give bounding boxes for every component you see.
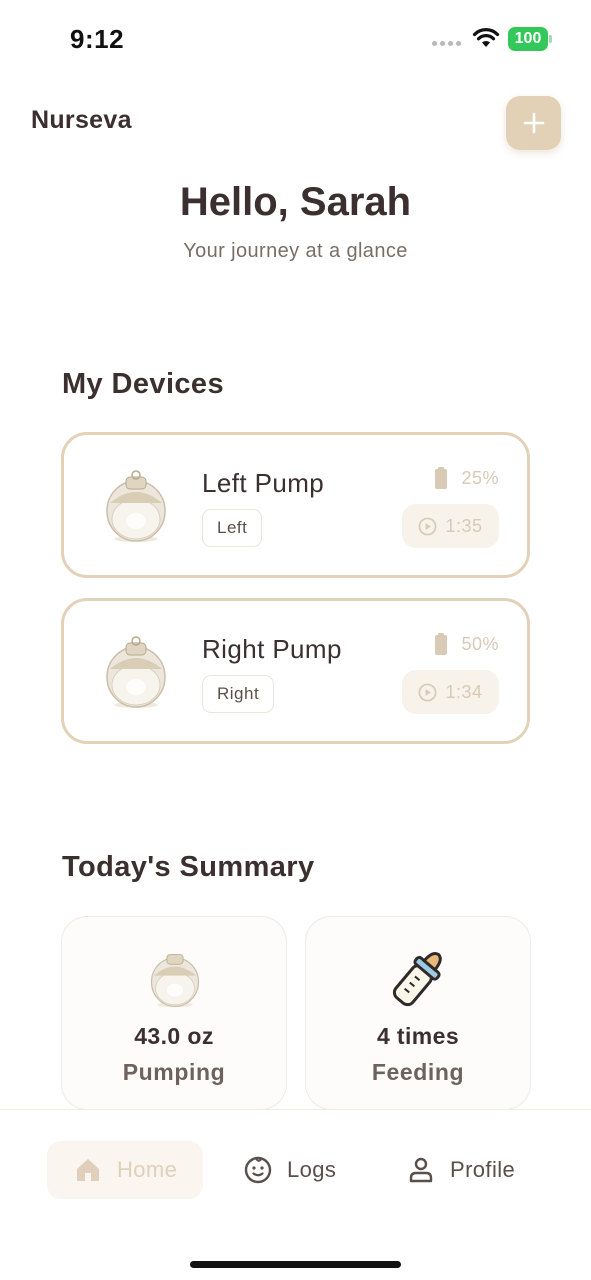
device-timer-value: 1:34 bbox=[445, 681, 483, 702]
play-circle-icon bbox=[419, 683, 437, 701]
signal-dots-icon bbox=[432, 41, 461, 46]
battery-level: 100 bbox=[508, 27, 548, 51]
plus-icon bbox=[523, 112, 544, 134]
device-battery: 25% bbox=[435, 467, 499, 489]
device-name: Left Pump bbox=[202, 468, 325, 498]
feeding-value: 4 times bbox=[376, 1023, 460, 1049]
battery-level-icon bbox=[435, 467, 448, 489]
battery-level-icon bbox=[435, 633, 448, 655]
play-circle-icon bbox=[419, 517, 437, 535]
nav-home-label: Home bbox=[117, 1157, 178, 1182]
nav-logs[interactable]: Logs bbox=[243, 1141, 336, 1199]
bottom-nav: Home Logs Profile bbox=[0, 1109, 591, 1280]
home-screen: 9:12 100 Nurseva Hello, Sarah Your journ… bbox=[0, 0, 591, 1280]
home-icon bbox=[77, 1159, 99, 1181]
battery-icon: 100 bbox=[508, 27, 552, 51]
app-brand: Nurseva bbox=[31, 106, 132, 134]
device-side-tag: Right bbox=[202, 675, 275, 713]
device-battery-percent: 50% bbox=[461, 633, 499, 654]
pumping-label: Pumping bbox=[122, 1059, 226, 1085]
wifi-icon bbox=[472, 28, 500, 47]
device-battery: 50% bbox=[435, 633, 499, 655]
status-time: 9:12 bbox=[70, 24, 125, 54]
add-button[interactable] bbox=[506, 96, 561, 150]
device-card-left-pump[interactable]: Left Pump Left 25% 1:35 bbox=[61, 432, 530, 578]
greeting-subtitle: Your journey at a glance bbox=[183, 240, 408, 262]
home-indicator[interactable] bbox=[190, 1261, 401, 1268]
device-name: Right Pump bbox=[202, 634, 342, 664]
device-timer[interactable]: 1:35 bbox=[402, 504, 499, 548]
device-battery-percent: 25% bbox=[461, 467, 499, 488]
device-timer[interactable]: 1:34 bbox=[402, 670, 499, 714]
feeding-label: Feeding bbox=[371, 1059, 465, 1085]
summary-card-feeding[interactable]: 4 times Feeding bbox=[305, 916, 531, 1110]
greeting-title: Hello, Sarah bbox=[179, 180, 412, 224]
pump-icon bbox=[106, 470, 166, 542]
device-side-tag: Left bbox=[202, 509, 263, 547]
summary-section-title: Today's Summary bbox=[62, 851, 315, 883]
baby-bottle-icon bbox=[392, 951, 442, 1007]
nav-profile-label: Profile bbox=[450, 1157, 516, 1182]
pump-icon bbox=[150, 954, 200, 1008]
nav-logs-label: Logs bbox=[287, 1157, 337, 1182]
summary-card-pumping[interactable]: 43.0 oz Pumping bbox=[61, 916, 287, 1110]
nav-home[interactable]: Home bbox=[47, 1141, 203, 1199]
device-timer-value: 1:35 bbox=[445, 515, 483, 536]
devices-section-title: My Devices bbox=[62, 368, 224, 400]
baby-face-icon bbox=[244, 1156, 272, 1184]
nav-profile[interactable]: Profile bbox=[406, 1141, 515, 1199]
pumping-value: 43.0 oz bbox=[134, 1023, 214, 1049]
pump-icon bbox=[106, 636, 166, 708]
device-card-right-pump[interactable]: Right Pump Right 50% 1:34 bbox=[61, 598, 530, 744]
person-icon bbox=[409, 1157, 433, 1183]
